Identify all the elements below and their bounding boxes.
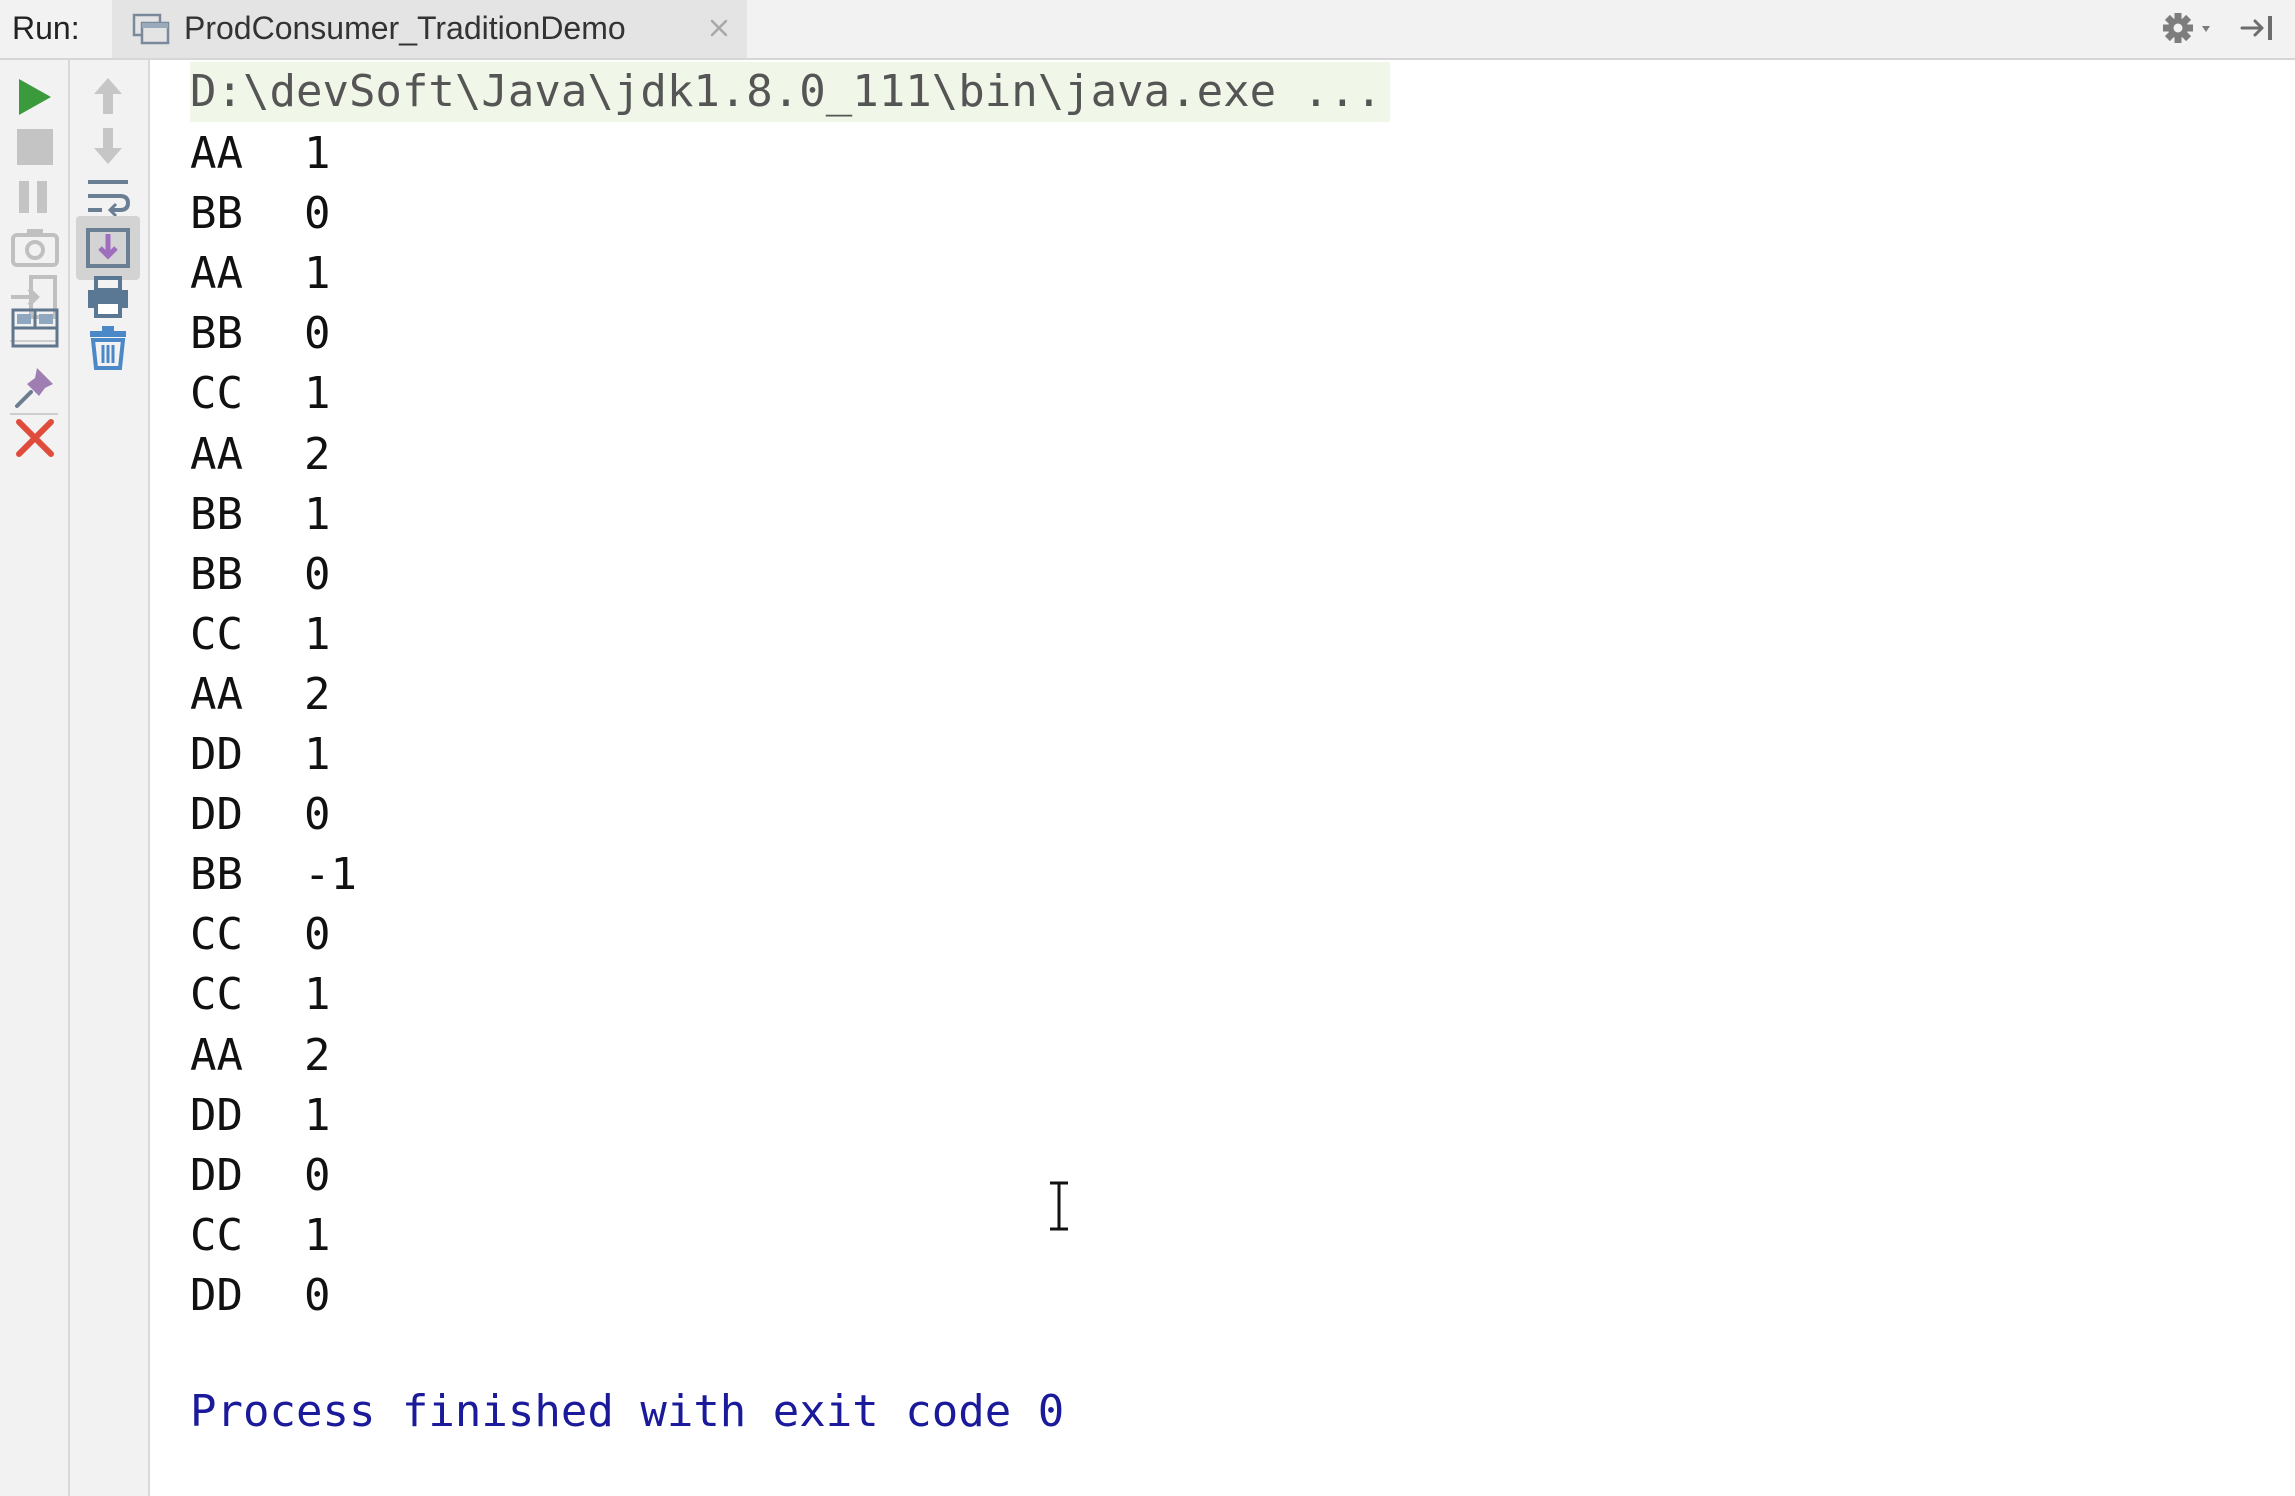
counter-value: 0 <box>304 909 331 961</box>
thread-name: DD <box>190 729 243 780</box>
console-line: CC 1 <box>190 605 331 665</box>
thread-name: CC <box>190 608 243 660</box>
counter-value: 1 <box>304 608 331 660</box>
close-button[interactable] <box>3 406 67 470</box>
console-line: CC 1 <box>190 965 331 1025</box>
console-line: AA 1 <box>190 124 331 184</box>
close-icon[interactable] <box>704 13 734 43</box>
run-tool-window: Run: ProdConsumer_TraditionDemo D:\devSo… <box>0 0 2295 1496</box>
console-line: DD 1 <box>190 1086 331 1146</box>
counter-value: 1 <box>304 488 331 540</box>
text-cursor-icon <box>1046 1180 1072 1232</box>
tab-prodconsumer-traditiondemo[interactable]: ProdConsumer_TraditionDemo <box>112 0 747 58</box>
counter-value: 1 <box>304 729 331 780</box>
counter-value: 1 <box>304 368 331 420</box>
counter-value: 1 <box>304 128 331 179</box>
trash-icon <box>90 326 126 370</box>
layout-icon <box>11 308 59 348</box>
tab-title: ProdConsumer_TraditionDemo <box>184 10 626 46</box>
restore-layout-button[interactable] <box>3 296 67 360</box>
console-line: BB 0 <box>190 184 331 244</box>
counter-value: 0 <box>304 308 331 360</box>
counter-value: 2 <box>304 668 331 720</box>
clear-all-button[interactable] <box>76 316 140 380</box>
command-line: D:\devSoft\Java\jdk1.8.0_111\bin\java.ex… <box>190 62 1391 122</box>
hide-panel-icon[interactable] <box>2236 6 2282 50</box>
counter-value: 1 <box>304 248 331 300</box>
console-line: AA 1 <box>190 244 331 304</box>
thread-name: AA <box>190 428 243 480</box>
console-line: DD 0 <box>190 1146 331 1206</box>
counter-value: -1 <box>304 849 357 901</box>
thread-name: AA <box>190 248 243 300</box>
thread-name: CC <box>190 969 243 1021</box>
thread-name: AA <box>190 668 243 720</box>
exit-message: Process finished with exit code 0 <box>190 1386 1065 1437</box>
thread-name: CC <box>190 1209 243 1261</box>
counter-value: 1 <box>304 969 331 1021</box>
console-line: CC 1 <box>190 1206 331 1266</box>
thread-name: CC <box>190 368 243 420</box>
counter-value: 2 <box>304 428 331 480</box>
counter-value: 1 <box>304 1089 331 1141</box>
run-label: Run: <box>12 10 80 46</box>
console-line: BB -1 <box>190 845 357 905</box>
counter-value: 0 <box>304 789 331 841</box>
console-line: DD 0 <box>190 1266 331 1326</box>
thread-name: BB <box>190 488 243 540</box>
run-config-icon <box>132 13 170 47</box>
console-line: CC 1 <box>190 364 331 424</box>
thread-name: BB <box>190 548 243 600</box>
thread-name: DD <box>190 789 243 841</box>
thread-name: BB <box>190 849 243 901</box>
console-output[interactable]: D:\devSoft\Java\jdk1.8.0_111\bin\java.ex… <box>150 60 2295 1496</box>
run-toolbar-right <box>70 60 150 1496</box>
thread-name: BB <box>190 308 243 360</box>
console-line: DD 0 <box>190 785 331 845</box>
counter-value: 0 <box>304 1149 331 1201</box>
console-line: AA 2 <box>190 665 331 725</box>
console-line: AA 2 <box>190 1026 331 1086</box>
thread-name: DD <box>190 1089 243 1141</box>
thread-name: BB <box>190 188 243 240</box>
thread-name: DD <box>190 1269 243 1321</box>
thread-name: AA <box>190 128 243 179</box>
console-line: BB 0 <box>190 545 331 605</box>
console-line: BB 1 <box>190 485 331 545</box>
run-header: Run: ProdConsumer_TraditionDemo <box>0 0 2295 60</box>
thread-name: DD <box>190 1149 243 1201</box>
console-line: CC 0 <box>190 905 331 965</box>
run-toolbar-left <box>0 60 70 1496</box>
counter-value: 2 <box>304 1029 331 1081</box>
gear-icon[interactable] <box>2158 6 2220 50</box>
thread-name: CC <box>190 909 243 961</box>
counter-value: 1 <box>304 1209 331 1261</box>
counter-value: 0 <box>304 188 331 240</box>
thread-name: AA <box>190 1029 243 1081</box>
counter-value: 0 <box>304 548 331 600</box>
console-line: BB 0 <box>190 304 331 364</box>
console-line: DD 1 <box>190 725 331 785</box>
counter-value: 0 <box>304 1269 331 1321</box>
close-red-icon <box>16 419 54 457</box>
console-line: AA 2 <box>190 425 331 485</box>
